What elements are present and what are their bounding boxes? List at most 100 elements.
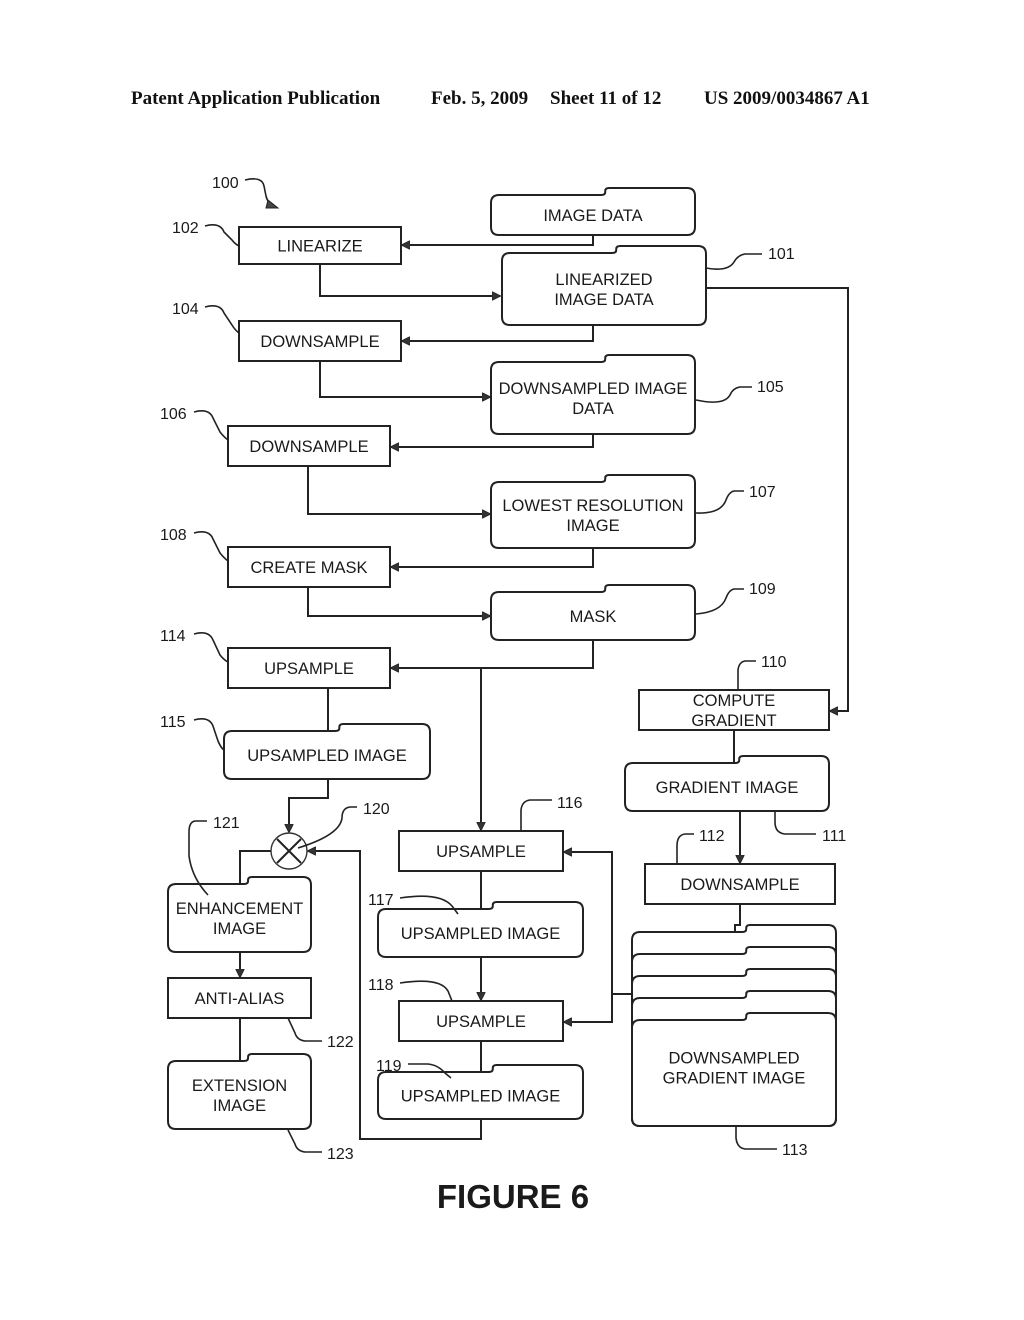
flow-arrow — [289, 779, 329, 832]
node-label: IMAGE — [566, 517, 619, 535]
flow-arrow — [564, 994, 613, 1022]
node-n109: MASK — [490, 584, 696, 641]
flow-arrow — [307, 587, 490, 616]
node-n117: UPSAMPLED IMAGE — [377, 901, 584, 958]
ref-leader-line — [204, 305, 240, 334]
node-label: LINEARIZE — [277, 238, 362, 256]
ref-numeral: 109 — [749, 581, 776, 598]
node-label: IMAGE DATA — [543, 207, 642, 225]
ref-numeral: 111 — [822, 828, 846, 845]
node-label: GRADIENT — [691, 712, 776, 730]
node-n123: EXTENSION IMAGE — [167, 1053, 312, 1130]
node-label: COMPUTE — [693, 692, 776, 710]
node-n114: UPSAMPLE — [227, 647, 391, 689]
node-label: DOWNSAMPLED — [668, 1050, 799, 1068]
ref-leader-line — [193, 718, 225, 751]
flow-arrow — [319, 361, 490, 397]
node-label: LINEARIZED — [555, 271, 652, 289]
node-label: GRADIENT IMAGE — [663, 1070, 806, 1088]
node-label: UPSAMPLE — [436, 1013, 526, 1031]
node-label: IMAGE DATA — [554, 291, 653, 309]
ref-leader-line — [399, 980, 453, 1002]
node-n102: LINEARIZE — [238, 226, 402, 265]
ref-leader-line — [737, 660, 756, 690]
node-label: UPSAMPLE — [436, 843, 526, 861]
flow-arrow — [307, 466, 490, 514]
node-label: CREATE MASK — [250, 559, 367, 577]
node-label: EXTENSION — [192, 1077, 287, 1095]
node-label: DOWNSAMPLED IMAGE — [499, 380, 688, 398]
node-label: DOWNSAMPLE — [249, 438, 368, 456]
node-n112: DOWNSAMPLE — [644, 863, 836, 905]
node-n110: COMPUTE GRADIENT — [638, 689, 830, 731]
ref-numeral: 117 — [368, 892, 394, 909]
ref-numeral: 101 — [768, 246, 795, 263]
node-n119: UPSAMPLED IMAGE — [377, 1064, 584, 1120]
ref-numeral: 122 — [327, 1034, 354, 1051]
ref-numeral: 123 — [327, 1146, 354, 1163]
node-label: DOWNSAMPLE — [680, 876, 799, 894]
node-n118: UPSAMPLE — [398, 1000, 564, 1042]
flow-arrow — [391, 434, 594, 447]
ref-numeral: 115 — [160, 714, 186, 731]
node-n120 — [270, 832, 308, 870]
flow-arrow — [706, 287, 849, 711]
ref-leader-line — [193, 410, 229, 441]
ref-leader-line — [774, 811, 816, 835]
node-n113: DOWNSAMPLED GRADIENT IMAGE — [631, 924, 837, 1127]
node-n111: GRADIENT IMAGE — [624, 755, 830, 812]
node-label: MASK — [570, 608, 617, 626]
node-label: UPSAMPLED IMAGE — [401, 1088, 561, 1106]
ref-numeral: 106 — [160, 406, 187, 423]
ref-numeral: 118 — [368, 977, 394, 994]
ref-numeral: 119 — [376, 1058, 402, 1075]
flow-arrow — [391, 548, 594, 567]
ref-numeral: 108 — [160, 527, 187, 544]
node-label: UPSAMPLED IMAGE — [401, 925, 561, 943]
node-n106: DOWNSAMPLE — [227, 425, 391, 467]
ref-numeral: 113 — [782, 1142, 808, 1159]
ref-numeral: 102 — [172, 220, 199, 237]
node-n105: DOWNSAMPLED IMAGE DATA — [490, 354, 696, 435]
node-n101: LINEARIZED IMAGE DATA — [501, 245, 707, 326]
ref-numeral: 121 — [213, 815, 240, 832]
node-n_image_data: IMAGE DATA — [490, 187, 696, 236]
ref-leader-line — [287, 1017, 322, 1042]
flowchart: IMAGE DATALINEARIZELINEARIZEDIMAGE DATAD… — [160, 175, 849, 1215]
ref-leader-line — [520, 799, 552, 831]
ref-numeral: 120 — [363, 801, 390, 818]
ref-leader-line — [193, 632, 229, 663]
figure-title: FIGURE 6 — [437, 1178, 589, 1215]
flow-arrow — [391, 640, 594, 668]
node-n108: CREATE MASK — [227, 546, 391, 588]
node-n121: ENHANCEMENT IMAGE — [167, 876, 312, 953]
node-n107: LOWEST RESOLUTION IMAGE — [490, 474, 696, 549]
ref-leader-line — [676, 833, 694, 864]
ref-leader-line — [735, 1127, 777, 1150]
ref-numeral: 116 — [557, 795, 583, 812]
ref-numeral: 112 — [699, 828, 725, 845]
flow-arrow — [319, 264, 500, 296]
flow-arrow — [402, 325, 594, 341]
ref-leader-line — [695, 386, 752, 403]
ref-numeral: 114 — [160, 628, 186, 645]
ref-numeral: 107 — [749, 484, 776, 501]
node-label: ENHANCEMENT — [176, 900, 303, 918]
node-label: IMAGE — [213, 920, 266, 938]
node-label: LOWEST RESOLUTION — [502, 497, 683, 515]
ref-leader-line — [297, 806, 357, 849]
node-label: DATA — [572, 400, 614, 418]
node-n116: UPSAMPLE — [398, 830, 564, 872]
node-label: ANTI-ALIAS — [195, 990, 285, 1008]
ref-numeral: 104 — [172, 301, 199, 318]
ref-leader-line — [705, 253, 762, 270]
ref-leader-line — [695, 588, 744, 615]
ref-leader-line — [287, 1129, 322, 1153]
figure-ref-arrow-icon — [265, 199, 280, 209]
flow-arrow — [402, 235, 594, 245]
node-n104: DOWNSAMPLE — [238, 320, 402, 362]
ref-numeral: 100 — [212, 175, 239, 192]
node-n115: UPSAMPLED IMAGE — [223, 723, 431, 780]
ref-numeral: 105 — [757, 379, 784, 396]
ref-leader-line — [204, 224, 240, 247]
